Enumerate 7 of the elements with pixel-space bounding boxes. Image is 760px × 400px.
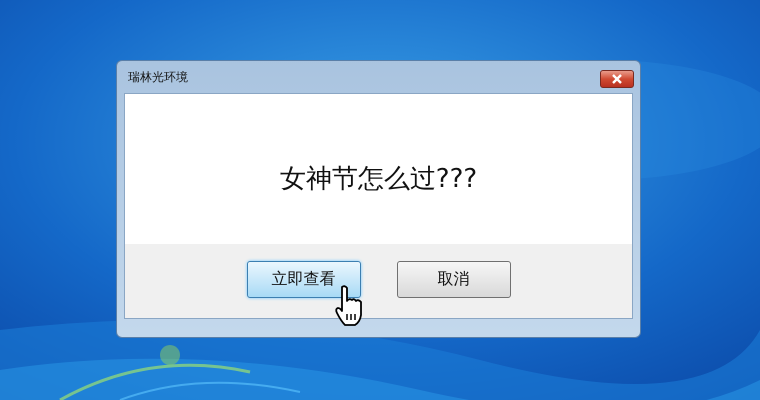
- dialog-button[interactable]: 立即查看: [246, 260, 360, 298]
- message-text: 女神节怎么过???: [280, 162, 478, 196]
- close-icon: [612, 74, 622, 84]
- hand-cursor-icon: [334, 285, 364, 327]
- close-button[interactable]: [600, 70, 634, 88]
- window-title: 瑞林光环境: [127, 69, 188, 86]
- dialog-button[interactable]: 取消: [396, 260, 510, 298]
